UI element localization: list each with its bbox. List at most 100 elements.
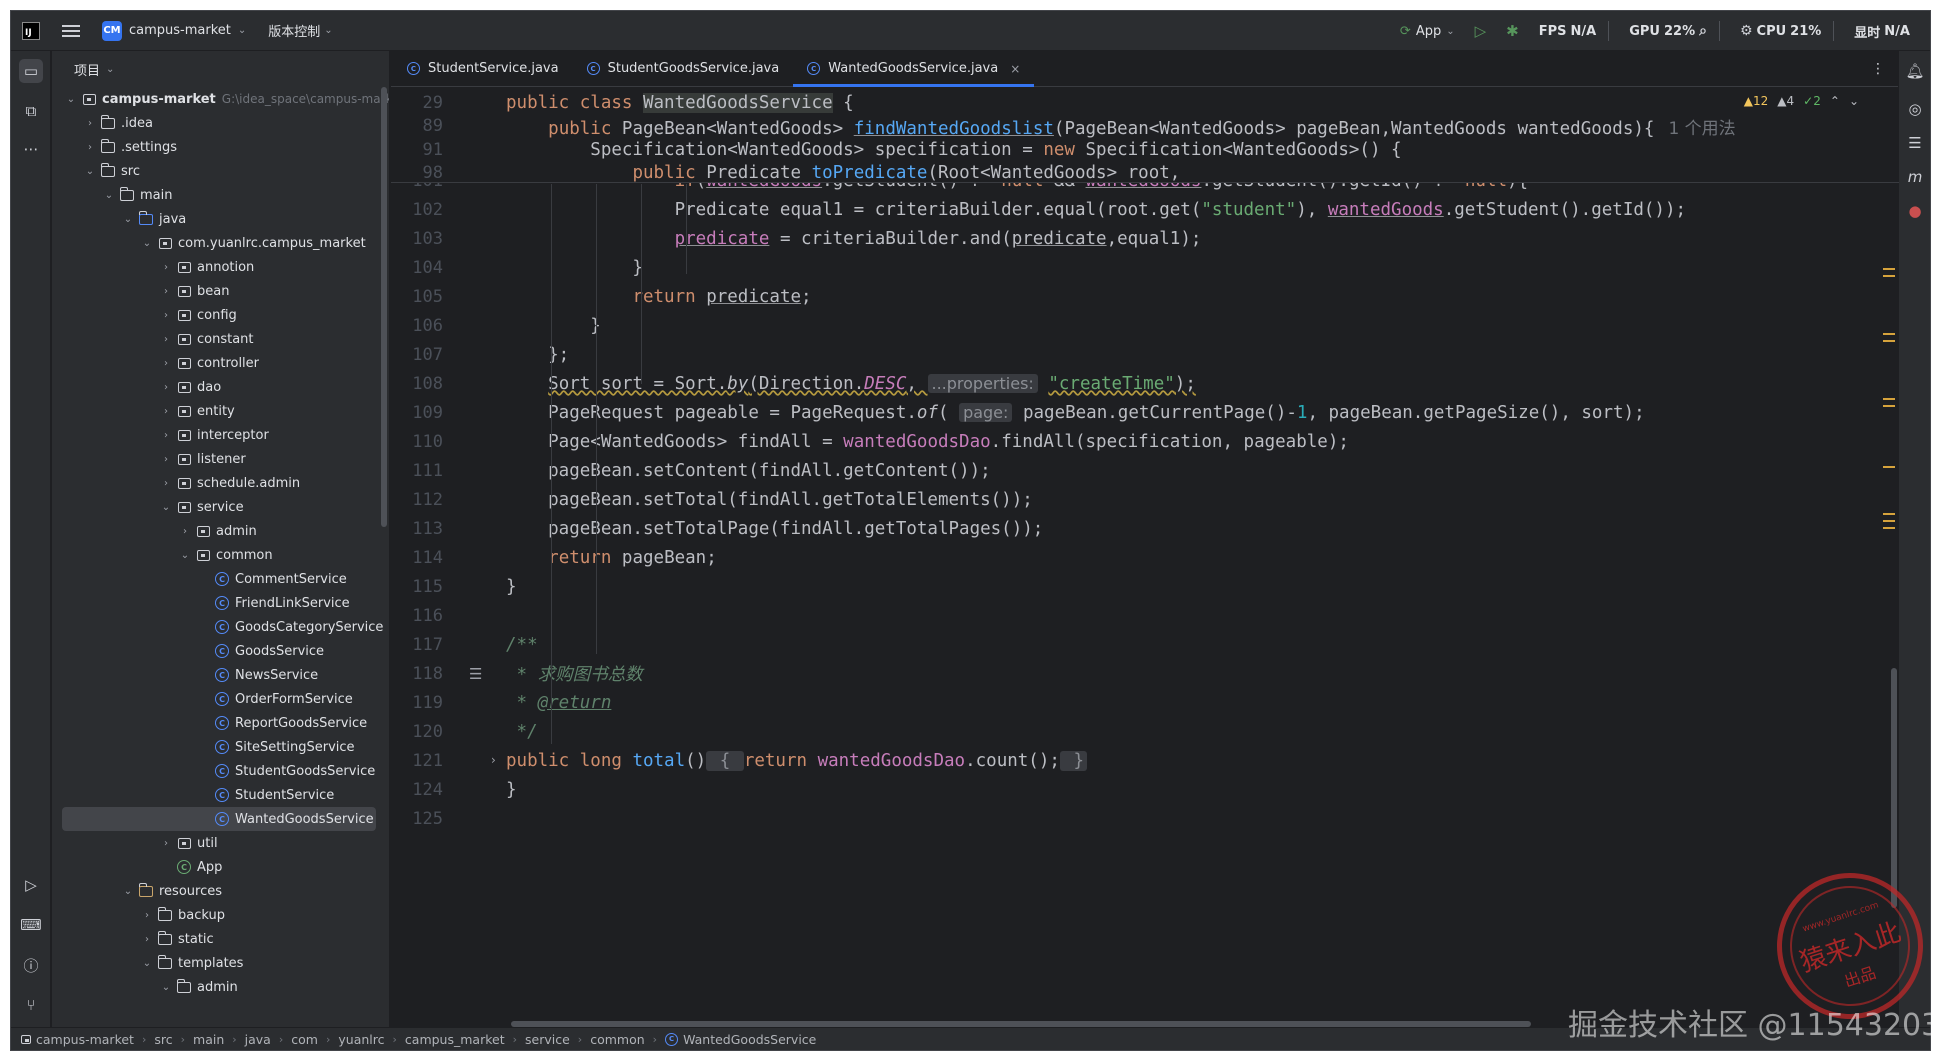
tree-item[interactable]: C CommentService xyxy=(52,567,382,591)
tree-item[interactable]: ⌄ src xyxy=(52,159,382,183)
tree-item[interactable]: › bean xyxy=(52,279,382,303)
close-icon[interactable]: × xyxy=(1010,62,1020,76)
editor-tab[interactable]: C StudentGoodsService.java xyxy=(573,51,794,86)
tree-item[interactable]: ⌄ templates xyxy=(52,951,382,975)
tree-item[interactable]: › util xyxy=(52,831,382,855)
project-panel-header[interactable]: 项目 ⌄ xyxy=(52,51,389,87)
tree-item[interactable]: ⌄ java xyxy=(52,207,382,231)
tree-item[interactable]: C ReportGoodsService xyxy=(52,711,382,735)
maven-icon[interactable]: m xyxy=(1905,167,1925,187)
breadcrumb-item[interactable]: service xyxy=(525,1032,570,1047)
breadcrumb-item[interactable]: main xyxy=(193,1032,224,1047)
chevron-right-icon[interactable]: › xyxy=(159,286,173,297)
terminal-tool-icon[interactable]: ⌨ xyxy=(19,913,43,937)
chevron-down-icon[interactable]: ⌄ xyxy=(159,502,173,513)
chevron-right-icon[interactable]: › xyxy=(159,334,173,345)
main-menu-icon[interactable] xyxy=(62,24,80,37)
tree-item[interactable]: C FriendLinkService xyxy=(52,591,382,615)
stripe-mark[interactable] xyxy=(1883,520,1895,522)
chevron-down-icon[interactable]: ⌄ xyxy=(159,982,173,993)
breadcrumb-item[interactable]: com xyxy=(291,1032,318,1047)
tree-item[interactable]: › interceptor xyxy=(52,423,382,447)
chevron-right-icon[interactable]: › xyxy=(83,118,97,129)
editor-tab[interactable]: C StudentService.java xyxy=(393,51,573,86)
chevron-right-icon[interactable]: › xyxy=(159,358,173,369)
vcs-menu[interactable]: 版本控制 ⌄ xyxy=(268,21,332,40)
stripe-mark[interactable] xyxy=(1883,466,1895,468)
chevron-right-icon[interactable]: › xyxy=(159,406,173,417)
chevron-down-icon[interactable]: ⌄ xyxy=(140,958,154,969)
ai-assistant-icon[interactable]: ◎ xyxy=(1905,99,1925,119)
editor-tab[interactable]: C WantedGoodsService.java × xyxy=(793,51,1035,87)
stripe-mark[interactable] xyxy=(1883,527,1895,529)
chevron-down-icon[interactable]: ⌄ xyxy=(1849,94,1859,108)
tree-item[interactable]: C StudentGoodsService xyxy=(52,759,382,783)
error-stripe[interactable] xyxy=(1883,148,1895,608)
tree-item[interactable]: › controller xyxy=(52,351,382,375)
chevron-down-icon[interactable]: ⌄ xyxy=(178,550,192,561)
more-tools-icon[interactable]: ⋯ xyxy=(19,137,43,161)
tree-item[interactable]: ⌄ main xyxy=(52,183,382,207)
tree-item[interactable]: › static xyxy=(52,927,382,951)
chevron-right-icon[interactable]: › xyxy=(159,838,173,849)
tree-item[interactable]: › .idea xyxy=(52,111,382,135)
notifications-icon[interactable]: 🔔︎ xyxy=(1905,61,1925,81)
chevron-down-icon[interactable]: ⌄ xyxy=(83,166,97,177)
chevron-right-icon[interactable]: › xyxy=(159,478,173,489)
tabs-more-icon[interactable]: ⋮ xyxy=(1871,61,1885,77)
chevron-down-icon[interactable]: ⌄ xyxy=(64,94,78,105)
tree-item[interactable]: ⌄ campus-market G:\idea_space\campus-marke… xyxy=(52,87,389,111)
tree-item[interactable]: C StudentService xyxy=(52,783,382,807)
chevron-right-icon[interactable]: › xyxy=(178,526,192,537)
intellij-logo-icon[interactable]: IJ xyxy=(22,21,40,40)
project-tree-scrollbar[interactable] xyxy=(381,87,387,527)
code-area[interactable]: ▲12 ▲4 ✓2 ⌃ ⌄ 29 public class WantedGoods… xyxy=(391,88,1899,1029)
tree-item[interactable]: C OrderFormService xyxy=(52,687,382,711)
stripe-mark[interactable] xyxy=(1883,405,1895,407)
stripe-mark[interactable] xyxy=(1883,340,1895,342)
chevron-down-icon[interactable]: ⌄ xyxy=(121,214,135,225)
tree-item[interactable]: › schedule.admin xyxy=(52,471,382,495)
structure-tool-icon[interactable]: ⧉ xyxy=(19,99,43,123)
project-tool-icon[interactable]: ▭ xyxy=(19,59,43,83)
chevron-right-icon[interactable]: › xyxy=(140,934,154,945)
stripe-mark[interactable] xyxy=(1883,275,1895,277)
breadcrumb-item[interactable]: campus-market xyxy=(21,1032,134,1047)
tree-item[interactable]: › listener xyxy=(52,447,382,471)
tree-item[interactable]: › constant xyxy=(52,327,382,351)
tree-item[interactable]: › annotion xyxy=(52,255,382,279)
tree-item[interactable]: › config xyxy=(52,303,382,327)
chevron-right-icon[interactable]: › xyxy=(159,454,173,465)
chevron-right-icon[interactable]: › xyxy=(159,310,173,321)
services-tool-icon[interactable]: ▷ xyxy=(19,873,43,897)
run-icon[interactable]: ▷ xyxy=(1475,22,1487,40)
tree-item[interactable]: ⌄ admin xyxy=(52,975,382,999)
project-switcher[interactable]: CM campus-market ⌄ xyxy=(102,20,246,41)
tree-item[interactable]: ⌄ service xyxy=(52,495,382,519)
breadcrumb-item[interactable]: campus_market xyxy=(405,1032,505,1047)
tree-item[interactable]: › .settings xyxy=(52,135,382,159)
stripe-mark[interactable] xyxy=(1883,333,1895,335)
chevron-right-icon[interactable]: › xyxy=(83,142,97,153)
breadcrumb-item[interactable]: common xyxy=(590,1032,644,1047)
breadcrumb-item[interactable]: C WantedGoodsService xyxy=(665,1032,816,1047)
stripe-mark[interactable] xyxy=(1883,513,1895,515)
tree-item[interactable]: C GoodsService xyxy=(52,639,382,663)
tree-item[interactable]: › backup xyxy=(52,903,382,927)
debug-icon[interactable]: ✱ xyxy=(1506,22,1519,40)
chevron-down-icon[interactable]: ⌄ xyxy=(102,190,116,201)
stripe-mark[interactable] xyxy=(1883,268,1895,270)
chevron-down-icon[interactable]: ⌄ xyxy=(140,238,154,249)
tree-item[interactable]: C GoodsCategoryService xyxy=(52,615,383,639)
tree-item[interactable]: ⌄ common xyxy=(52,543,382,567)
problems-tool-icon[interactable]: ⓘ xyxy=(19,953,43,977)
plugin-icon[interactable]: ● xyxy=(1905,201,1925,221)
chevron-down-icon[interactable]: ⌄ xyxy=(121,886,135,897)
chevron-right-icon[interactable]: › xyxy=(159,430,173,441)
tree-item[interactable]: C WantedGoodsService xyxy=(62,807,376,831)
chevron-up-icon[interactable]: ⌃ xyxy=(1830,94,1840,108)
doc-render-icon[interactable]: ☰ xyxy=(469,665,482,683)
tree-item[interactable]: › dao xyxy=(52,375,382,399)
stripe-mark[interactable] xyxy=(1883,398,1895,400)
chevron-right-icon[interactable]: › xyxy=(140,910,154,921)
